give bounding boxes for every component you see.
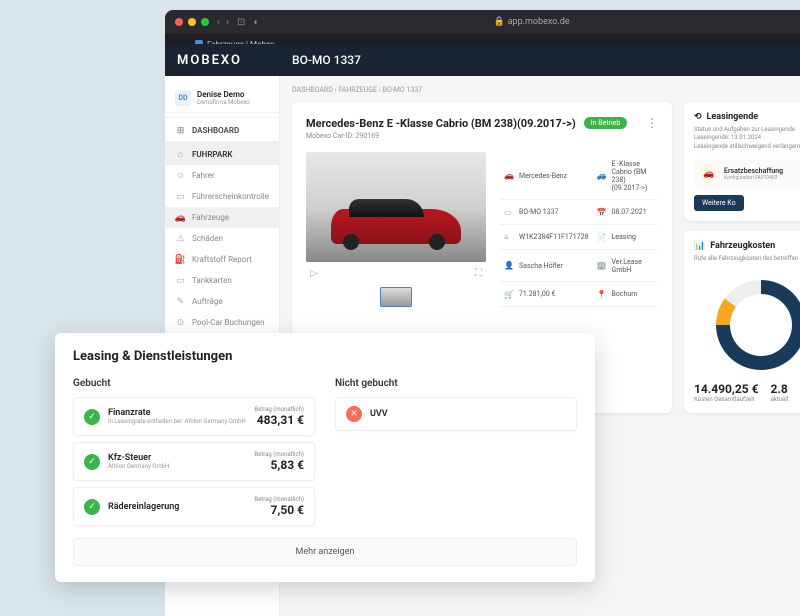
breadcrumb: DASHBOARD › FAHRZEUGE › BO-MO 1337 — [292, 86, 800, 94]
nav-tankkarten[interactable]: ▭Tankkarten — [165, 270, 279, 291]
chart-icon: 📊 — [694, 241, 705, 251]
play-icon[interactable]: ▷ — [310, 268, 318, 279]
replacement-row[interactable]: 🚗 ErsatzbeschaffungKonfiguration FA01040… — [694, 159, 800, 189]
car-icon: 🚗 — [175, 212, 186, 223]
garage-icon: ⌂ — [175, 149, 186, 160]
user-name: Denise Demo — [197, 90, 250, 99]
cost-current: 2.8 — [771, 382, 789, 396]
nav-schaden[interactable]: ⚠Schäden — [165, 228, 279, 249]
service-row[interactable]: ✓ Kfz-SteuerAthlon Germany GmbH Betrag (… — [73, 442, 315, 481]
leasing-date: Leasingende: 13.01.2024 — [694, 134, 800, 142]
spec-icon: 🛒 — [504, 290, 514, 299]
image-thumb[interactable] — [380, 287, 412, 307]
order-icon: ✎ — [175, 296, 186, 307]
fuel-icon: ⛽ — [175, 254, 186, 265]
nav-fwd-icon[interactable]: › — [226, 17, 229, 28]
spec-icon: ≡ — [504, 233, 514, 242]
leasing-services-modal: Leasing & Dienstleistungen Gebucht ✓ Fin… — [55, 333, 595, 582]
costs-sub: Rufe alle Fahrzeugkosten des betreffen — [694, 255, 800, 263]
show-more-button[interactable]: Mehr anzeigen — [73, 538, 577, 566]
nav-back-icon[interactable]: ‹ — [217, 17, 220, 28]
check-icon: ✓ — [84, 499, 100, 515]
more-config-button[interactable]: Weitere Ko — [694, 195, 744, 211]
vehicle-car-id: Mobexo Car-ID: 290169 — [306, 132, 658, 140]
vehicle-costs-card: 📊Fahrzeugkosten Rufe alle Fahrzeugkosten… — [684, 231, 800, 412]
user-block[interactable]: DD Denise DemoDemofirma Mobexo — [165, 84, 279, 113]
spec-item: ▭BO-MO 1337 — [500, 200, 592, 225]
damage-icon: ⚠ — [175, 233, 186, 244]
url-bar[interactable]: 🔒app.mobexo.de — [267, 17, 795, 27]
spec-item: 🚗Mercedes-Benz — [500, 152, 592, 200]
modal-title: Leasing & Dienstleistungen — [73, 349, 577, 364]
driver-icon: ☺ — [175, 170, 186, 181]
spec-icon: 📄 — [596, 233, 606, 242]
spec-icon: 👤 — [504, 261, 514, 270]
vehicle-title: Mercedes-Benz E -Klasse Cabrio (BM 238)(… — [306, 117, 576, 130]
reader-icon[interactable]: ◐ — [253, 17, 259, 28]
nav-fuhrpark[interactable]: ⌂FUHRPARK — [165, 141, 279, 165]
booked-heading: Gebucht — [73, 378, 315, 389]
spec-item: 🛒71.281,00 € — [500, 282, 592, 307]
nav-fuel[interactable]: ⛽Kraftstoff Report — [165, 249, 279, 270]
service-row-off[interactable]: ✕ UVV — [335, 397, 577, 431]
more-menu-icon[interactable]: ⋮ — [646, 116, 658, 130]
spec-item: 📄Leasing — [592, 225, 658, 250]
spec-icon: 🚙 — [596, 171, 606, 180]
service-row[interactable]: ✓ FinanzrateIn Leasingrate enthalten bei… — [73, 397, 315, 436]
spec-item: 📅08.07.2021 — [592, 200, 658, 225]
leasing-sub: Status und Aufgaben zur Leasingende — [694, 126, 800, 134]
pool-icon: ⊙ — [175, 317, 186, 328]
expand-icon[interactable]: ⛶ — [475, 268, 482, 279]
spec-item: 👤Sascha Höfler — [500, 250, 592, 282]
cost-total: 14.490,25 € — [694, 382, 759, 396]
spec-item: 🏢Ver.Lease GmbH — [592, 250, 658, 282]
vehicle-image[interactable] — [306, 152, 486, 262]
spec-item: ≡W1K2384F11F171728 — [500, 225, 592, 250]
brand-logo[interactable]: MOBEXO — [165, 53, 280, 68]
spec-item: 🚙E -Klasse Cabrio (BM 238)(09.2017->) — [592, 152, 658, 200]
x-icon: ✕ — [346, 406, 362, 422]
cost-donut-chart — [716, 280, 800, 370]
not-booked-heading: Nicht gebucht — [335, 378, 577, 389]
spec-icon: 🚗 — [504, 171, 514, 180]
crumb-item: BO-MO 1337 — [383, 86, 423, 94]
leasing-end-card: ⟲Leasingende Status und Aufgaben zur Lea… — [684, 102, 800, 221]
crumb-item[interactable]: FAHRZEUGE — [338, 86, 377, 94]
spec-icon: 🏢 — [596, 261, 606, 270]
spec-icon: 📍 — [596, 290, 606, 299]
check-icon: ✓ — [84, 454, 100, 470]
spec-icon: ▭ — [504, 208, 514, 217]
dashboard-icon: ⊞ — [175, 125, 186, 136]
crumb-item[interactable]: DASHBOARD — [292, 86, 333, 94]
check-icon: ✓ — [84, 409, 100, 425]
nav-dashboard[interactable]: ⊞DASHBOARD — [165, 117, 279, 141]
card-icon: ▭ — [175, 275, 186, 286]
spec-icon: 📅 — [596, 208, 606, 217]
service-row[interactable]: ✓ Rädereinlagerung Betrag (monatlich)7,5… — [73, 487, 315, 526]
refresh-icon: ⟲ — [694, 112, 702, 122]
spec-item: 📍Bochum — [592, 282, 658, 307]
avatar: DD — [175, 90, 191, 106]
replacement-icon: 🚗 — [700, 165, 718, 183]
nav-poolcar[interactable]: ⊙Pool-Car Buchungen — [165, 312, 279, 333]
page-title: BO-MO 1337 — [280, 53, 361, 67]
leasing-note: Leasingende stillschweigend verlängern — [694, 143, 800, 151]
nav-fahrer[interactable]: ☺Fahrer — [165, 165, 279, 186]
nav-auftraege[interactable]: ✎Aufträge — [165, 291, 279, 312]
shield-icon[interactable]: ⊡ — [237, 17, 245, 28]
status-badge: In Betrieb — [584, 117, 628, 129]
window-controls[interactable] — [175, 18, 209, 26]
nav-license[interactable]: ▭Führerscheinkontrolle — [165, 186, 279, 207]
nav-fahrzeuge[interactable]: 🚗Fahrzeuge — [165, 207, 279, 228]
user-company: Demofirma Mobexo — [197, 99, 250, 106]
lock-icon: 🔒 — [493, 17, 504, 27]
license-icon: ▭ — [175, 191, 186, 202]
